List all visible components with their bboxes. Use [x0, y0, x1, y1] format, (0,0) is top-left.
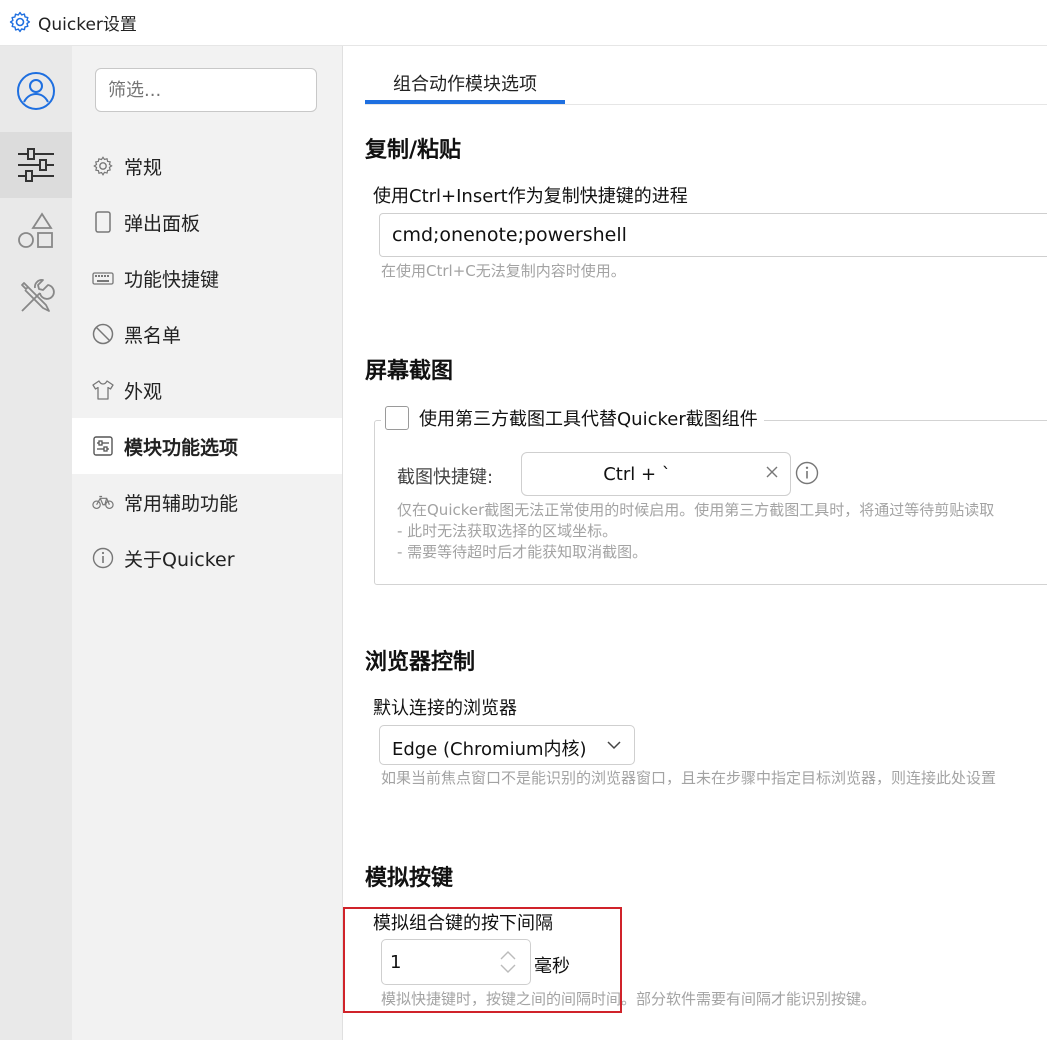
rail-shapes[interactable] — [0, 198, 72, 264]
nav-item-blacklist[interactable]: 黑名单 — [72, 306, 342, 362]
third-party-screenshot-option[interactable]: 使用第三方截图工具代替Quicker截图组件 — [381, 403, 764, 433]
blacklist-icon — [92, 323, 114, 345]
section-heading-screenshot: 屏幕截图 — [365, 359, 454, 384]
gear-icon — [92, 155, 114, 177]
sliders-icon — [18, 148, 54, 182]
panel-icon — [92, 211, 114, 233]
tab-label: 组合动作模块选项 — [393, 74, 537, 95]
icon-rail — [0, 46, 72, 1040]
shapes-icon — [18, 212, 53, 248]
module-icon — [92, 435, 114, 457]
nav-item-accessibility[interactable]: 常用辅助功能 — [72, 474, 342, 530]
section-heading-copy-paste: 复制/粘贴 — [365, 138, 462, 163]
gear-icon — [9, 11, 31, 33]
nav-item-label: 常用辅助功能 — [124, 492, 239, 515]
screenshot-hint-2: - 此时无法获取选择的区域坐标。 — [397, 522, 618, 540]
rail-user[interactable] — [0, 58, 72, 124]
keyboard-icon — [92, 267, 114, 289]
nav-item-hotkeys[interactable]: 功能快捷键 — [72, 250, 342, 306]
copy-hint: 在使用Ctrl+C无法复制内容时使用。 — [381, 262, 626, 280]
nav-item-about[interactable]: 关于Quicker — [72, 530, 342, 586]
nav-item-label: 关于Quicker — [124, 548, 235, 571]
nav-item-label: 弹出面板 — [124, 212, 201, 235]
default-browser-label: 默认连接的浏览器 — [373, 698, 517, 719]
copy-process-input[interactable]: cmd;onenote;powershell — [379, 213, 1047, 257]
select-value: Edge (Chromium内核) — [392, 739, 587, 760]
section-heading-keys: 模拟按键 — [365, 866, 454, 891]
rail-tools[interactable] — [0, 264, 72, 330]
window-title: Quicker设置 — [38, 15, 137, 35]
hotkey-label: 截图快捷键: — [397, 467, 494, 488]
nav-item-label: 外观 — [124, 380, 163, 403]
tools-icon — [21, 279, 55, 312]
browser-hint: 如果当前焦点窗口不是能识别的浏览器窗口，且未在步骤中指定目标浏览器，则连接此处设… — [381, 769, 997, 787]
default-browser-select[interactable]: Edge (Chromium内核) — [379, 725, 635, 765]
third-party-screenshot-checkbox[interactable] — [385, 406, 409, 430]
highlight-box — [343, 907, 622, 1013]
filter-input[interactable] — [95, 68, 317, 112]
nav-item-label: 模块功能选项 — [124, 436, 239, 459]
chevron-down-icon — [607, 741, 621, 750]
tab-module-options[interactable]: 组合动作模块选项 — [365, 58, 565, 104]
nav-item-label: 功能快捷键 — [124, 268, 220, 291]
rail-settings[interactable] — [0, 132, 72, 198]
main-content: 组合动作模块选项 复制/粘贴 使用Ctrl+Insert作为复制快捷键的进程 c… — [343, 46, 1047, 1040]
tab-divider — [365, 104, 1047, 105]
info-icon[interactable] — [795, 461, 819, 485]
nav-item-popup-panel[interactable]: 弹出面板 — [72, 194, 342, 250]
nav-item-appearance[interactable]: 外观 — [72, 362, 342, 418]
nav-item-label: 常规 — [124, 156, 163, 179]
nav-item-label: 黑名单 — [124, 324, 182, 347]
title-bar: Quicker设置 — [0, 0, 1047, 46]
info-icon — [92, 547, 114, 569]
hotkey-value: Ctrl + ` — [603, 464, 671, 485]
clear-icon[interactable] — [764, 464, 780, 480]
user-icon — [17, 72, 55, 110]
checkbox-label: 使用第三方截图工具代替Quicker截图组件 — [419, 409, 758, 430]
hotkey-input[interactable]: Ctrl + ` — [521, 452, 791, 496]
settings-nav: 常规 弹出面板 功能快捷键 黑名单 外观 模块功能选项 常用辅助功能 — [72, 46, 343, 1040]
tshirt-icon — [92, 379, 114, 401]
screenshot-hint-1: 仅在Quicker截图无法正常使用的时候启用。使用第三方截图工具时，将通过等待剪… — [397, 501, 995, 519]
bicycle-icon — [92, 491, 114, 513]
copy-process-label: 使用Ctrl+Insert作为复制快捷键的进程 — [373, 186, 688, 207]
section-heading-browser: 浏览器控制 — [365, 650, 476, 675]
nav-item-module-options[interactable]: 模块功能选项 — [72, 418, 342, 474]
screenshot-hint-3: - 需要等待超时后才能获知取消截图。 — [397, 543, 648, 561]
nav-item-general[interactable]: 常规 — [72, 138, 342, 194]
